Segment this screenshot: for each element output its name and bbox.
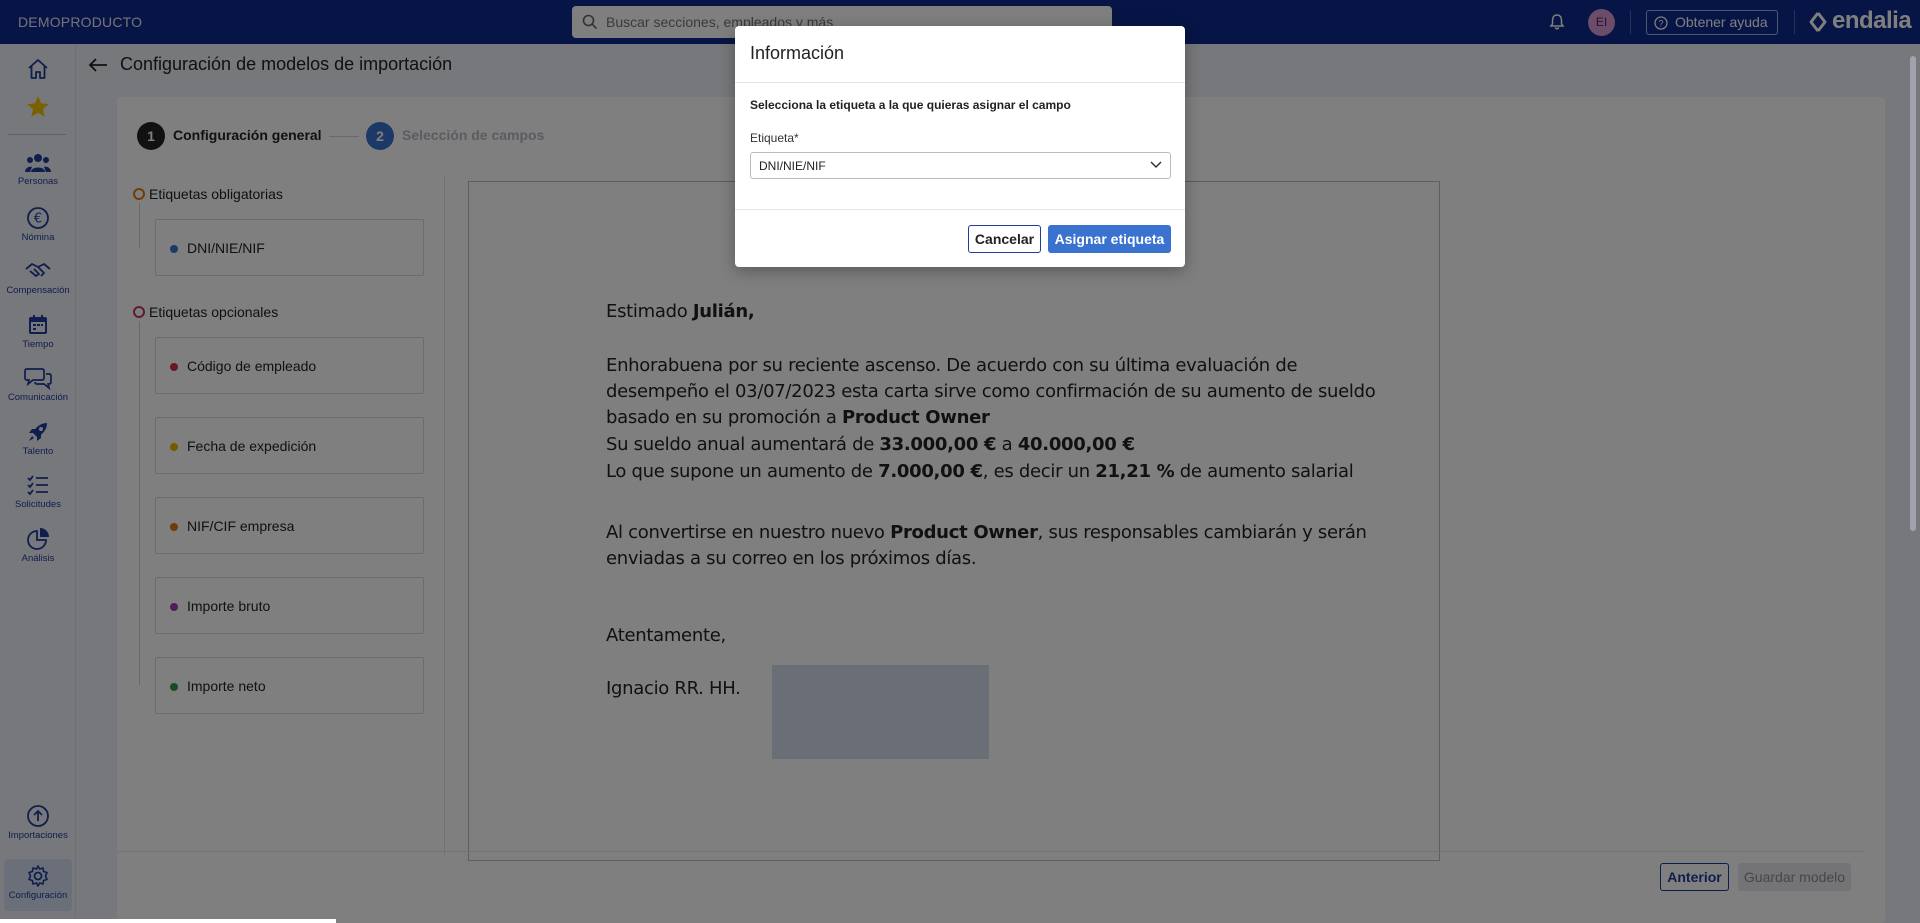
info-dialog: Información Selecciona la etiqueta a la … (735, 26, 1185, 267)
dialog-divider (735, 82, 1185, 83)
page-scrollbar[interactable] (1910, 56, 1916, 531)
assign-tag-button[interactable]: Asignar etiqueta (1048, 225, 1171, 253)
tag-select[interactable]: DNI/NIE/NIF (750, 152, 1171, 179)
tag-field-label: Etiqueta* (750, 131, 799, 145)
loading-progress-bar (0, 919, 336, 923)
dialog-instruction: Selecciona la etiqueta a la que quieras … (750, 98, 1071, 112)
cancel-button[interactable]: Cancelar (968, 225, 1041, 253)
dialog-title: Información (750, 43, 845, 63)
chevron-down-icon (1150, 161, 1162, 169)
dialog-divider (735, 209, 1185, 210)
tag-select-value: DNI/NIE/NIF (759, 159, 826, 173)
